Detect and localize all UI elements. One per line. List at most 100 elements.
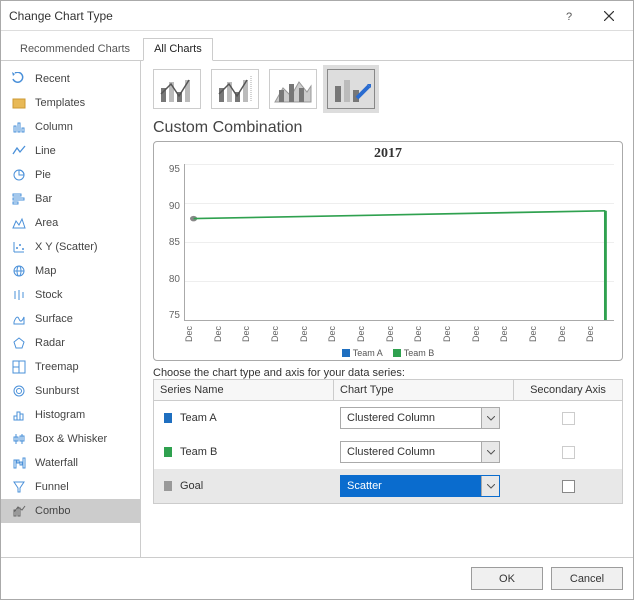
combo-subtype-custom[interactable] xyxy=(327,69,375,109)
tab-all-charts[interactable]: All Charts xyxy=(143,38,213,61)
col-chart-type: Chart Type xyxy=(334,380,514,400)
secondary-axis-checkbox[interactable] xyxy=(562,412,575,425)
sidebar-item-label: X Y (Scatter) xyxy=(35,241,98,253)
combo-subtype-3[interactable] xyxy=(269,69,317,109)
sidebar-item-label: Recent xyxy=(35,73,70,85)
titlebar: Change Chart Type ? xyxy=(1,1,633,31)
sidebar-item-sunburst[interactable]: Sunburst xyxy=(1,379,140,403)
tabs: Recommended Charts All Charts xyxy=(1,31,633,61)
series-row[interactable]: Team B Clustered Column xyxy=(154,435,622,469)
sidebar-item-label: Area xyxy=(35,217,58,229)
xtick: Dec xyxy=(557,321,586,347)
ytick: 75 xyxy=(162,310,180,321)
chart-type-dropdown[interactable]: Scatter xyxy=(340,475,500,497)
plotarea xyxy=(184,164,614,321)
scatter-icon xyxy=(11,239,27,255)
sidebar-item-waterfall[interactable]: Waterfall xyxy=(1,451,140,475)
funnel-icon xyxy=(11,479,27,495)
xtick: Dec xyxy=(241,321,270,347)
combo-subtype-2[interactable] xyxy=(211,69,259,109)
sidebar-item-area[interactable]: Area xyxy=(1,211,140,235)
histogram-icon xyxy=(11,407,27,423)
chart-type-dropdown[interactable]: Clustered Column xyxy=(340,407,500,429)
combo-subtype-1[interactable] xyxy=(153,69,201,109)
chevron-down-icon xyxy=(481,476,499,496)
chart-preview: 2017 95 90 85 80 75 xyxy=(153,141,623,361)
series-grid: Team A Clustered Column Team B Clustered… xyxy=(153,400,623,504)
sidebar-item-funnel[interactable]: Funnel xyxy=(1,475,140,499)
xtick: Dec xyxy=(528,321,557,347)
combo-icon xyxy=(11,503,27,519)
series-name: Team A xyxy=(180,412,217,424)
sidebar-item-label: Bar xyxy=(35,193,52,205)
x-axis: Dec Dec Dec Dec Dec Dec Dec Dec Dec Dec … xyxy=(162,321,614,347)
sidebar-item-label: Column xyxy=(35,121,73,133)
xtick: Dec xyxy=(499,321,528,347)
swatch-icon xyxy=(393,349,401,357)
tab-recommended[interactable]: Recommended Charts xyxy=(9,38,141,61)
ytick: 80 xyxy=(162,274,180,285)
xtick: Dec xyxy=(270,321,299,347)
ok-button[interactable]: OK xyxy=(471,567,543,590)
help-button[interactable]: ? xyxy=(549,2,589,30)
instruction-text: Choose the chart type and axis for your … xyxy=(153,367,623,379)
sidebar-item-boxwhisker[interactable]: Box & Whisker xyxy=(1,427,140,451)
sidebar-item-combo[interactable]: Combo xyxy=(1,499,140,523)
sidebar-item-pie[interactable]: Pie xyxy=(1,163,140,187)
sidebar-item-stock[interactable]: Stock xyxy=(1,283,140,307)
dialog-change-chart-type: Change Chart Type ? Recommended Charts A… xyxy=(0,0,634,600)
templates-icon xyxy=(11,95,27,111)
series-color-icon xyxy=(164,447,172,457)
recent-icon xyxy=(11,71,27,87)
ytick: 90 xyxy=(162,201,180,212)
series-color-icon xyxy=(164,413,172,423)
sidebar-item-label: Treemap xyxy=(35,361,79,373)
combo-subtype-row xyxy=(153,69,623,109)
cancel-button[interactable]: Cancel xyxy=(551,567,623,590)
xtick: Dec xyxy=(413,321,442,347)
sidebar-item-scatter[interactable]: X Y (Scatter) xyxy=(1,235,140,259)
series-color-icon xyxy=(164,481,172,491)
dialog-body: Recent Templates Column Line Pie Bar Are… xyxy=(1,61,633,557)
window-title: Change Chart Type xyxy=(9,9,549,23)
sidebar-item-label: Waterfall xyxy=(35,457,78,469)
sunburst-icon xyxy=(11,383,27,399)
xtick: Dec xyxy=(585,321,614,347)
close-button[interactable] xyxy=(589,2,629,30)
radar-icon xyxy=(11,335,27,351)
sidebar-item-label: Pie xyxy=(35,169,51,181)
series-row[interactable]: Team A Clustered Column xyxy=(154,401,622,435)
sidebar-item-label: Sunburst xyxy=(35,385,79,397)
sidebar-item-templates[interactable]: Templates xyxy=(1,91,140,115)
dialog-footer: OK Cancel xyxy=(1,557,633,599)
chart-title: 2017 xyxy=(162,146,614,162)
sidebar-item-surface[interactable]: Surface xyxy=(1,307,140,331)
sidebar-item-histogram[interactable]: Histogram xyxy=(1,403,140,427)
series-grid-header: Series Name Chart Type Secondary Axis xyxy=(153,379,623,400)
sidebar-item-map[interactable]: Map xyxy=(1,259,140,283)
column-icon xyxy=(11,119,27,135)
sidebar-item-radar[interactable]: Radar xyxy=(1,331,140,355)
plot: 95 90 85 80 75 xyxy=(162,164,614,321)
series-row[interactable]: Goal Scatter xyxy=(154,469,622,503)
sidebar-item-label: Histogram xyxy=(35,409,85,421)
secondary-axis-checkbox[interactable] xyxy=(562,480,575,493)
secondary-axis-checkbox[interactable] xyxy=(562,446,575,459)
xtick: Dec xyxy=(213,321,242,347)
sidebar-item-recent[interactable]: Recent xyxy=(1,67,140,91)
xtick: Dec xyxy=(385,321,414,347)
legend-item-b: Team B xyxy=(393,348,435,358)
sidebar-item-bar[interactable]: Bar xyxy=(1,187,140,211)
box-whisker-icon xyxy=(11,431,27,447)
legend-item-a: Team A xyxy=(342,348,383,358)
sidebar-item-line[interactable]: Line xyxy=(1,139,140,163)
sidebar-item-column[interactable]: Column xyxy=(1,115,140,139)
chart-type-dropdown[interactable]: Clustered Column xyxy=(340,441,500,463)
area-icon xyxy=(11,215,27,231)
xtick: Dec xyxy=(356,321,385,347)
chevron-down-icon xyxy=(481,408,499,428)
legend: Team A Team B xyxy=(162,347,614,358)
sidebar-item-treemap[interactable]: Treemap xyxy=(1,355,140,379)
series-name: Goal xyxy=(180,480,203,492)
svg-text:?: ? xyxy=(566,11,572,22)
